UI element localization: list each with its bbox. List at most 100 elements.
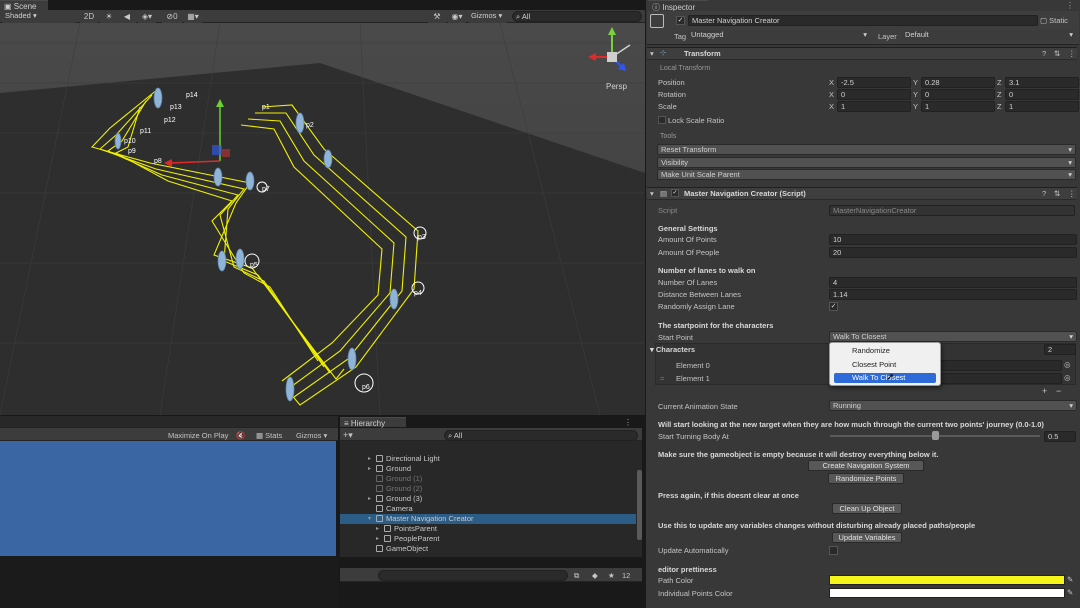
points-color-swatch[interactable]	[829, 588, 1065, 598]
reset-transform-dropdown[interactable]: Reset Transform ▾	[657, 144, 1076, 155]
perspective-label[interactable]: Persp	[606, 82, 627, 91]
element-1-picker-icon[interactable]: ◎	[1064, 373, 1071, 382]
script-preset-icon[interactable]: ⇅	[1054, 189, 1060, 198]
hierarchy-item[interactable]: Ground (1)	[340, 474, 636, 484]
tools-icon[interactable]: ⚒	[428, 11, 446, 23]
hierarchy-scrollbar[interactable]	[637, 470, 642, 540]
expand-arrow-icon[interactable]: ▸	[376, 524, 379, 534]
tab-scene[interactable]: ▣ Scene	[0, 0, 48, 11]
popup-option-walk-to-closest[interactable]: Walk To Closest	[834, 373, 936, 383]
grid-toggle-icon[interactable]: ▦▾	[184, 11, 202, 23]
hierarchy-item[interactable]: ▾ Master Navigation Creator	[340, 514, 636, 524]
element-0-picker-icon[interactable]: ◎	[1064, 360, 1071, 369]
scale-y-input[interactable]: 1	[921, 101, 995, 112]
axis-x-label[interactable]: X	[829, 90, 834, 99]
expand-arrow-icon[interactable]: ▾	[368, 514, 371, 524]
path-color-picker-icon[interactable]: ✎	[1067, 575, 1073, 584]
hidden-objects-icon[interactable]: ⊘0	[162, 11, 182, 23]
unit-scale-parent-dropdown[interactable]: Make Unit Scale Parent ▾	[657, 169, 1076, 180]
transform-foldout-icon[interactable]: ▾	[650, 49, 654, 58]
asset-favorite-icon[interactable]: ★	[608, 571, 615, 580]
random-lane-checkbox[interactable]: ✓	[829, 302, 838, 311]
path-color-swatch[interactable]	[829, 575, 1065, 585]
anim-state-dropdown[interactable]: Running ▾	[829, 400, 1077, 411]
element-1-drag-handle[interactable]: =	[660, 374, 664, 383]
amount-people-input[interactable]: 20	[829, 247, 1077, 258]
static-toggle[interactable]: ▢ Static	[1040, 16, 1068, 25]
amount-points-input[interactable]: 10	[829, 234, 1077, 245]
scale-x-input[interactable]: 1	[837, 101, 911, 112]
rotation-z-input[interactable]: 0	[1005, 89, 1079, 100]
hierarchy-item[interactable]: ▸ Directional Light	[340, 454, 636, 464]
asset-label-icon[interactable]: ◆	[592, 571, 598, 580]
create-navigation-button[interactable]: Create Navigation System	[808, 460, 924, 471]
add-element-button[interactable]: +	[1042, 386, 1047, 396]
script-menu-icon[interactable]: ⋮	[1068, 189, 1076, 198]
start-point-dropdown[interactable]: Walk To Closest ▾	[829, 331, 1077, 342]
element-0-field[interactable]	[940, 360, 1062, 371]
hierarchy-item[interactable]: Camera	[340, 504, 636, 514]
axis-y-label[interactable]: Y	[913, 102, 918, 111]
expand-arrow-icon[interactable]: ▸	[368, 464, 371, 474]
script-help-icon[interactable]: ?	[1042, 189, 1046, 198]
tag-dropdown[interactable]: Untagged ▾	[688, 30, 870, 42]
game-view-canvas[interactable]	[0, 441, 336, 556]
hierarchy-create-button[interactable]: +▾	[343, 430, 353, 441]
script-foldout-icon[interactable]: ▾	[650, 189, 654, 198]
stats-toggle[interactable]: ▦ Stats	[256, 431, 282, 440]
game-gizmos-dropdown[interactable]: Gizmos ▾	[296, 431, 327, 440]
popup-option-closest-point[interactable]: Closest Point	[852, 360, 896, 369]
preset-icon[interactable]: ⇅	[1054, 49, 1060, 58]
toggle-2d-button[interactable]: 2D	[80, 11, 98, 23]
position-y-input[interactable]: 0.28	[921, 77, 995, 88]
points-color-picker-icon[interactable]: ✎	[1067, 588, 1073, 597]
auto-update-checkbox[interactable]	[829, 546, 838, 555]
scale-z-input[interactable]: 1	[1005, 101, 1079, 112]
lanes-input[interactable]: 4	[829, 277, 1077, 288]
axis-y-label[interactable]: Y	[913, 90, 918, 99]
cleanup-button[interactable]: Clean Up Object	[832, 503, 902, 514]
axis-x-label[interactable]: X	[829, 78, 834, 87]
rotation-x-input[interactable]: 0	[837, 89, 911, 100]
tab-hierarchy[interactable]: ≡ Hierarchy	[340, 417, 406, 428]
expand-arrow-icon[interactable]: ▸	[368, 454, 371, 464]
axis-z-label[interactable]: Z	[997, 78, 1002, 87]
active-checkbox[interactable]: ✓	[676, 16, 685, 25]
expand-arrow-icon[interactable]: ▸	[376, 534, 379, 544]
effects-dropdown-icon[interactable]: ◈▾	[138, 11, 156, 23]
position-z-input[interactable]: 3.1	[1005, 77, 1079, 88]
lock-scale-checkbox[interactable]	[658, 116, 666, 124]
gizmos-dropdown[interactable]: Gizmos ▾	[468, 11, 508, 23]
randomize-points-button[interactable]: Randomize Points	[828, 473, 904, 484]
object-name-input[interactable]: Master Navigation Creator	[688, 15, 1038, 26]
layer-dropdown[interactable]: Default ▾	[902, 30, 1076, 42]
position-x-input[interactable]: -2.5	[837, 77, 911, 88]
audio-toggle-icon[interactable]: ◀	[118, 11, 136, 23]
inspector-menu-icon[interactable]: ⋮	[1066, 1, 1074, 10]
remove-element-button[interactable]: −	[1056, 386, 1061, 396]
shading-mode-dropdown[interactable]: Shaded ▾	[2, 11, 76, 23]
axis-z-label[interactable]: Z	[997, 90, 1002, 99]
script-enabled-checkbox[interactable]: ✓	[671, 189, 679, 197]
component-menu-icon[interactable]: ⋮	[1068, 49, 1076, 58]
distance-input[interactable]: 1.14	[829, 289, 1077, 300]
update-variables-button[interactable]: Update Variables	[832, 532, 902, 543]
hierarchy-item[interactable]: ▸ PointsParent	[340, 524, 636, 534]
hierarchy-item[interactable]: ▸ Ground	[340, 464, 636, 474]
visibility-dropdown[interactable]: Visibility ▾	[657, 157, 1076, 168]
hierarchy-search-input[interactable]: ⌕ All	[444, 430, 638, 441]
scene-search-input[interactable]: ⌕ All	[512, 11, 642, 22]
axis-y-label[interactable]: Y	[913, 78, 918, 87]
asset-filter-icon[interactable]: ⧉	[574, 571, 579, 581]
expand-arrow-icon[interactable]: ▸	[368, 494, 371, 504]
axis-x-label[interactable]: X	[829, 102, 834, 111]
hierarchy-item[interactable]: GameObject	[340, 544, 636, 554]
hierarchy-menu-icon[interactable]: ⋮	[624, 418, 632, 427]
maximize-on-play-toggle[interactable]: Maximize On Play	[168, 431, 228, 440]
axis-z-label[interactable]: Z	[997, 102, 1002, 111]
hierarchy-item[interactable]: ▸ PeopleParent	[340, 534, 636, 544]
element-1-field[interactable]	[940, 373, 1062, 384]
hierarchy-item[interactable]: ▸ Ground (3)	[340, 494, 636, 504]
help-icon[interactable]: ?	[1042, 49, 1046, 58]
hierarchy-item[interactable]: Ground (2)	[340, 484, 636, 494]
